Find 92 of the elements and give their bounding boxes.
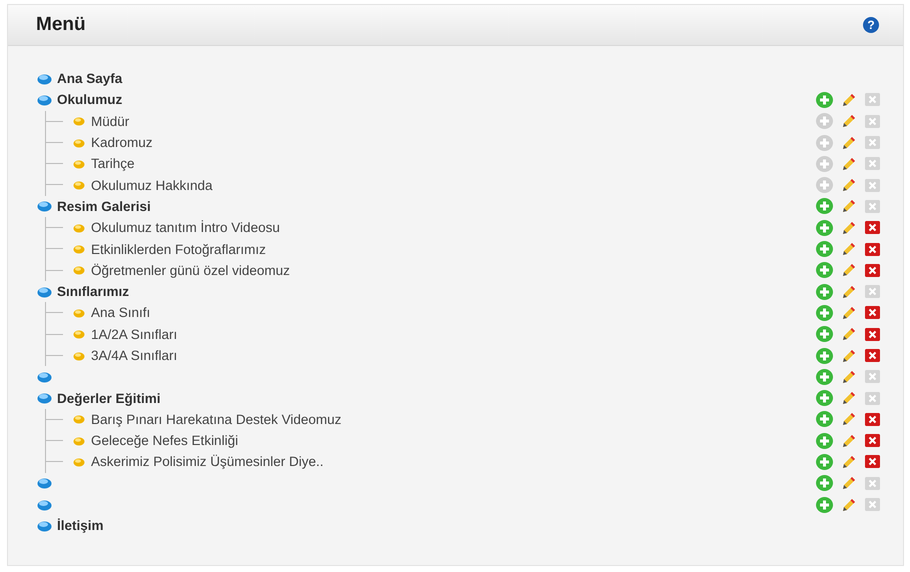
pencil-icon[interactable] — [842, 327, 856, 342]
bullet-icon — [73, 180, 85, 190]
pencil-icon[interactable] — [842, 263, 856, 278]
add-icon[interactable] — [816, 241, 833, 258]
help-icon[interactable]: ? — [863, 17, 879, 33]
pencil-icon[interactable] — [842, 498, 856, 512]
globe-bullet-icon — [37, 286, 52, 298]
submenu-item[interactable]: 3A/4A Sınıfları — [91, 348, 178, 363]
submenu-item[interactable]: Barış Pınarı Harekatına Destek Videomuz — [91, 412, 342, 427]
globe-bullet-icon — [37, 498, 52, 511]
pencil-icon[interactable] — [842, 476, 856, 490]
add-icon[interactable] — [816, 475, 833, 492]
submenu-item[interactable]: Ana Sınıfı — [91, 305, 150, 320]
menu-item[interactable]: Resim Galerisi — [57, 198, 151, 214]
pencil-icon[interactable] — [842, 284, 856, 299]
bullet-icon — [73, 244, 85, 254]
submenu-item[interactable]: Tarihçe — [91, 156, 135, 172]
globe-bullet-icon — [37, 392, 52, 404]
add-icon[interactable] — [816, 198, 833, 214]
submenu-item[interactable]: Okulumuz Hakkında — [91, 178, 213, 193]
delete-icon[interactable] — [865, 328, 880, 341]
add-icon[interactable] — [816, 411, 833, 428]
bullet-icon — [73, 414, 85, 424]
add-icon[interactable] — [816, 454, 833, 470]
globe-bullet-icon — [37, 72, 52, 85]
globe-bullet-icon — [37, 520, 52, 532]
globe-bullet-icon — [37, 370, 52, 383]
globe-bullet-icon — [37, 200, 52, 212]
bullet-icon — [73, 222, 85, 233]
pencil-icon[interactable] — [842, 306, 856, 320]
bullet-icon — [73, 265, 85, 276]
add-icon[interactable] — [816, 390, 833, 406]
delete-icon[interactable] — [865, 349, 880, 362]
globe-bullet-icon — [37, 477, 52, 490]
add-icon[interactable] — [816, 134, 833, 151]
add-icon[interactable] — [816, 220, 833, 236]
pencil-icon[interactable] — [842, 136, 856, 150]
pencil-icon[interactable] — [842, 220, 856, 235]
submenu-item[interactable]: Öğretmenler günü özel videomuz — [91, 262, 290, 278]
add-icon[interactable] — [816, 156, 833, 172]
add-icon[interactable] — [816, 262, 833, 278]
bullet-icon — [73, 116, 85, 126]
add-icon[interactable] — [816, 284, 833, 300]
pencil-icon[interactable] — [842, 412, 856, 426]
pencil-icon[interactable] — [842, 156, 856, 171]
submenu-item[interactable]: 1A/2A Sınıfları — [91, 326, 178, 342]
menu-item[interactable]: Değerler Eğitimi — [57, 390, 161, 406]
add-icon[interactable] — [816, 113, 833, 130]
panel-title: Menü — [36, 14, 87, 36]
submenu-item[interactable]: Askerimiz Polisimiz Üşümesinler Diye.. — [91, 454, 324, 470]
bullet-icon — [73, 436, 85, 446]
bullet-icon — [73, 308, 85, 318]
menu-item[interactable]: Sınıflarımız — [57, 284, 130, 300]
submenu-item[interactable]: Okulumuz tanıtım İntro Videosu — [91, 220, 280, 236]
pencil-icon[interactable] — [842, 114, 856, 128]
menu-item[interactable]: Ana Sayfa — [57, 71, 122, 86]
delete-icon[interactable] — [865, 455, 880, 468]
submenu-item[interactable]: Müdür — [91, 114, 130, 129]
bullet-icon — [73, 158, 85, 169]
pencil-icon[interactable] — [842, 199, 856, 214]
delete-icon[interactable] — [865, 412, 880, 426]
add-icon[interactable] — [816, 348, 833, 364]
pencil-icon[interactable] — [842, 348, 856, 362]
globe-bullet-icon — [37, 94, 52, 106]
add-icon[interactable] — [816, 432, 833, 449]
pencil-icon[interactable] — [842, 370, 856, 384]
bullet-icon — [73, 350, 85, 360]
add-icon[interactable] — [816, 92, 833, 108]
pencil-icon[interactable] — [842, 242, 856, 256]
submenu-item[interactable]: Geleceğe Nefes Etkinliği — [91, 433, 238, 448]
pencil-icon[interactable] — [842, 391, 856, 406]
add-icon[interactable] — [816, 304, 833, 321]
bullet-icon — [73, 329, 85, 340]
delete-icon[interactable] — [865, 306, 880, 320]
delete-icon[interactable] — [865, 221, 880, 234]
pencil-icon[interactable] — [842, 454, 856, 469]
delete-icon[interactable] — [865, 264, 880, 277]
menu-item[interactable]: Okulumuz — [57, 92, 122, 108]
add-icon[interactable] — [816, 177, 833, 194]
submenu-item[interactable]: Kadromuz — [91, 135, 153, 150]
pencil-icon[interactable] — [842, 434, 856, 448]
submenu-item[interactable]: Etkinliklerden Fotoğraflarımız — [91, 242, 266, 257]
bullet-icon — [73, 456, 85, 467]
menu-item[interactable]: İletişim — [57, 518, 104, 534]
add-icon[interactable] — [816, 326, 833, 342]
pencil-icon[interactable] — [842, 178, 856, 192]
delete-icon[interactable] — [865, 434, 880, 448]
add-icon[interactable] — [816, 496, 833, 513]
pencil-icon[interactable] — [842, 92, 856, 107]
bullet-icon — [73, 138, 85, 148]
add-icon[interactable] — [816, 368, 833, 385]
delete-icon[interactable] — [865, 242, 880, 256]
